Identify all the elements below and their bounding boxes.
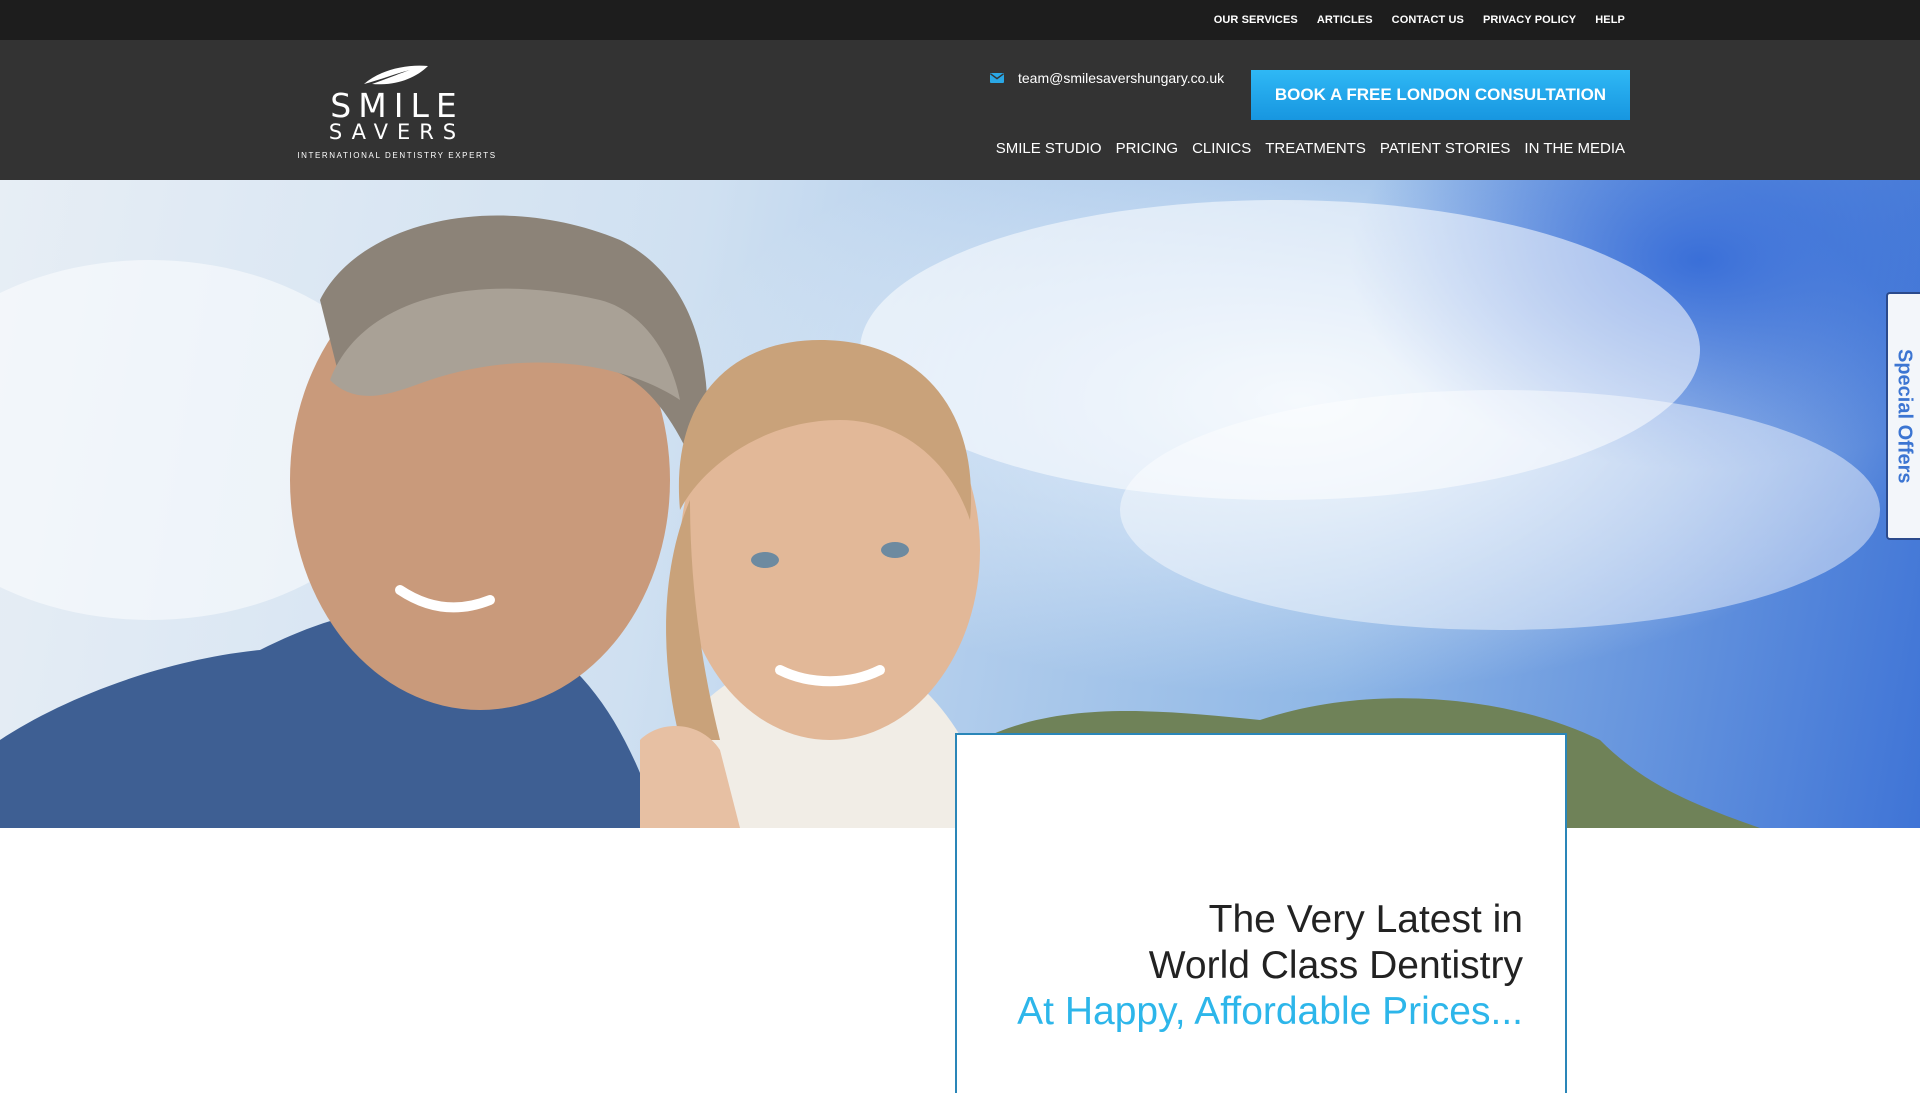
special-offers-tab[interactable]: Special Offers <box>1886 292 1920 540</box>
utility-link-contact-us[interactable]: CONTACT US <box>1392 14 1464 26</box>
nav-clinics[interactable]: CLINICS <box>1192 140 1251 157</box>
envelope-icon <box>990 73 1004 83</box>
nav-smile-studio[interactable]: SMILE STUDIO <box>996 140 1102 157</box>
nav-treatments[interactable]: TREATMENTS <box>1265 140 1366 157</box>
headline-line-2: World Class Dentistry <box>1148 944 1523 987</box>
nav-patient-stories[interactable]: PATIENT STORIES <box>1380 140 1511 157</box>
utility-link-help[interactable]: HELP <box>1595 14 1625 26</box>
utility-link-our-services[interactable]: OUR SERVICES <box>1214 14 1298 26</box>
utility-link-articles[interactable]: ARTICLES <box>1317 14 1373 26</box>
nav-in-the-media[interactable]: IN THE MEDIA <box>1524 140 1625 157</box>
headline-accent: At Happy, Affordable Prices... <box>1017 990 1523 1033</box>
utility-nav: OUR SERVICES ARTICLES CONTACT US PRIVACY… <box>1214 0 1625 40</box>
hero-banner <box>0 180 1920 828</box>
book-consultation-button[interactable]: BOOK A FREE LONDON CONSULTATION <box>1251 70 1630 120</box>
hero-headline-card: The Very Latest in World Class Dentistry… <box>955 733 1567 1093</box>
logo-tagline: INTERNATIONAL DENTISTRY EXPERTS <box>297 151 497 160</box>
special-offers-label: Special Offers <box>1893 348 1916 484</box>
utility-link-privacy-policy[interactable]: PRIVACY POLICY <box>1483 14 1576 26</box>
hero-photo-couple <box>0 200 1880 828</box>
logo-wordmark-smile: SMILE <box>330 86 464 125</box>
contact-email[interactable]: team@smilesavershungary.co.uk <box>990 68 1224 88</box>
email-address[interactable]: team@smilesavershungary.co.uk <box>1018 70 1224 86</box>
site-logo[interactable]: SMILE SAVERS INTERNATIONAL DENTISTRY EXP… <box>296 62 498 172</box>
headline-line-1: The Very Latest in <box>1208 898 1523 941</box>
main-nav: SMILE STUDIO PRICING CLINICS TREATMENTS … <box>996 140 1625 157</box>
logo-wordmark-savers: SAVERS <box>328 120 466 144</box>
site-header: SMILE SAVERS INTERNATIONAL DENTISTRY EXP… <box>0 40 1920 180</box>
nav-pricing[interactable]: PRICING <box>1116 140 1179 157</box>
hero-headline: The Very Latest in World Class Dentistry… <box>1017 897 1523 1035</box>
top-utility-bar: OUR SERVICES ARTICLES CONTACT US PRIVACY… <box>0 0 1920 40</box>
